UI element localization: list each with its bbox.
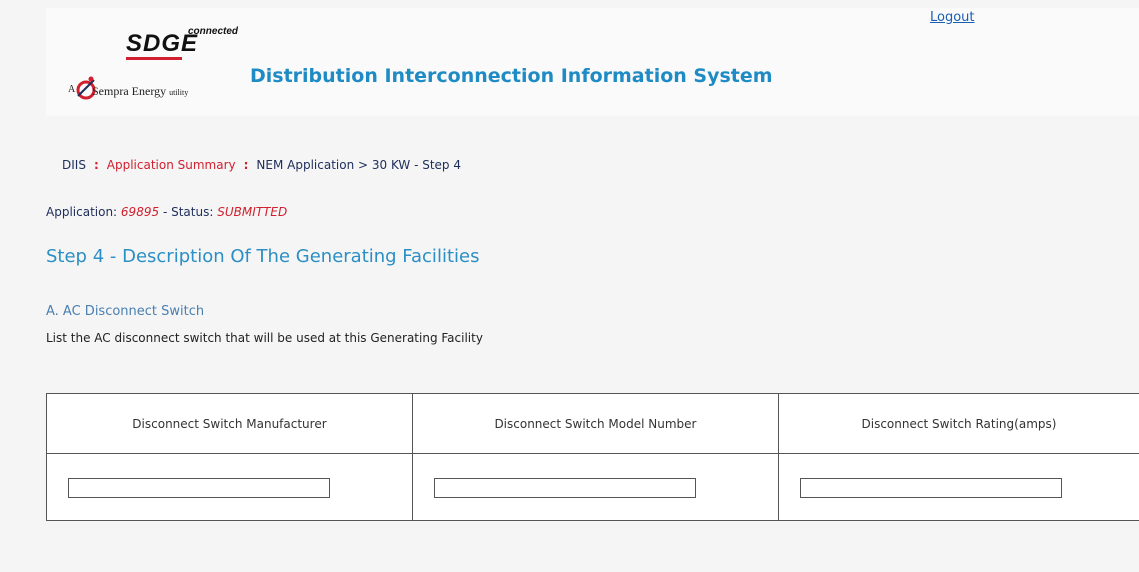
column-header-rating: Disconnect Switch Rating(amps) — [777, 393, 1139, 454]
logo-tagline-prefix: A — [68, 84, 76, 95]
breadcrumb-item-application-summary[interactable]: Application Summary — [107, 158, 236, 172]
breadcrumb-separator: : — [243, 158, 249, 172]
logo-tagline-suffix: utility — [169, 88, 189, 97]
column-header-model-number: Disconnect Switch Model Number — [411, 393, 779, 454]
app-title: Distribution Interconnection Information… — [250, 65, 773, 87]
manufacturer-cell — [46, 453, 413, 521]
page: SDGE connected A Sempra Energy utility D… — [0, 0, 1139, 572]
rating-input[interactable] — [799, 477, 1062, 498]
logout-link[interactable]: Logout — [930, 10, 975, 25]
logo-tagline-name: Sempra Energy — [92, 84, 167, 98]
model-number-cell — [411, 453, 779, 521]
application-label: Application: — [46, 205, 118, 219]
section-description: List the AC disconnect switch that will … — [46, 331, 483, 345]
breadcrumb-separator: : — [93, 158, 99, 172]
status-label: - Status: — [162, 205, 214, 219]
application-status-line: Application: 69895 - Status: SUBMITTED — [46, 205, 287, 219]
breadcrumb-item-diis[interactable]: DIIS — [62, 158, 86, 172]
breadcrumb-item-current: NEM Application > 30 KW - Step 4 — [256, 158, 462, 172]
logo-superscript: connected — [188, 26, 239, 37]
disconnect-switch-table: Disconnect Switch Manufacturer Disconnec… — [46, 393, 1139, 521]
manufacturer-input[interactable] — [68, 477, 330, 498]
rating-cell — [777, 453, 1139, 521]
breadcrumb: DIIS: Application Summary: NEM Application… — [62, 158, 461, 172]
step-title: Step 4 - Description Of The Generating F… — [46, 246, 480, 267]
section-title: A. AC Disconnect Switch — [46, 304, 205, 319]
column-header-manufacturer: Disconnect Switch Manufacturer — [46, 393, 413, 454]
header: SDGE connected A Sempra Energy utility D… — [46, 8, 1139, 116]
status-value: SUBMITTED — [217, 205, 288, 219]
table-row — [46, 453, 1139, 521]
model-number-input[interactable] — [433, 477, 696, 498]
logo-tagline: Sempra Energy utility — [92, 84, 188, 99]
application-id: 69895 — [120, 205, 160, 219]
sdge-logo: SDGE connected A Sempra Energy utility — [56, 14, 239, 104]
logo-underline — [126, 57, 182, 60]
table-header-row: Disconnect Switch Manufacturer Disconnec… — [46, 393, 1139, 454]
